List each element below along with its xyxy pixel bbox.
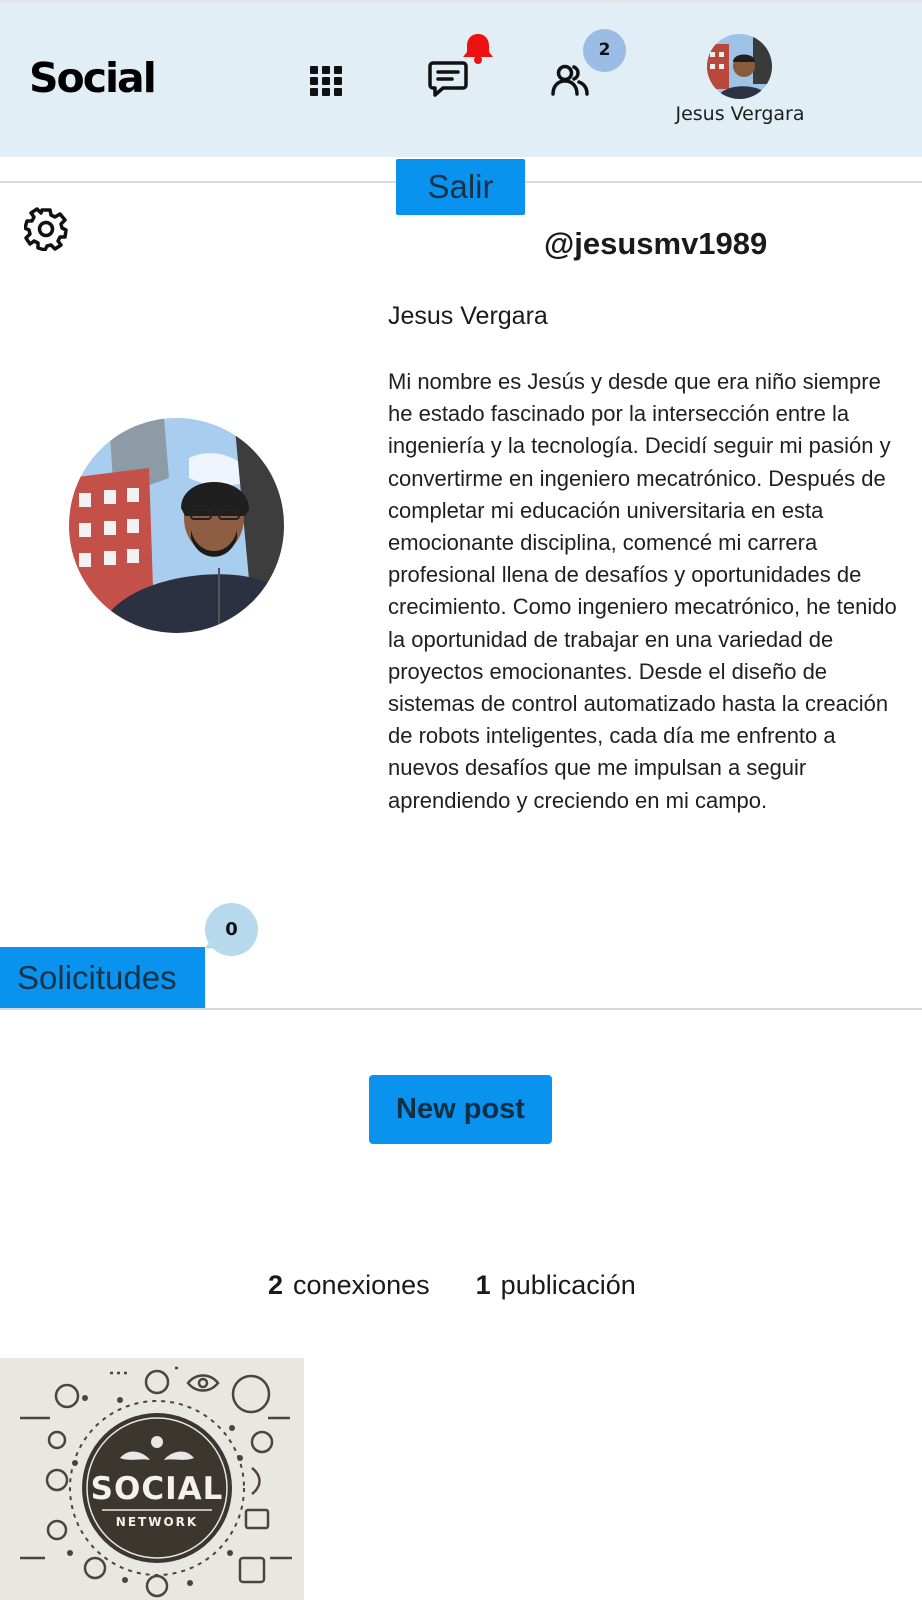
divider	[0, 1008, 922, 1010]
apps-grid-icon[interactable]	[310, 66, 342, 96]
new-post-button[interactable]: New post	[369, 1075, 552, 1144]
profile-full-name: Jesus Vergara	[388, 302, 548, 330]
bell-icon[interactable]	[460, 32, 496, 64]
profile-bio: Mi nombre es Jesús y desde que era niño …	[388, 369, 897, 813]
connections-stat[interactable]: 2 conexiones	[268, 1270, 430, 1301]
profile-stats: 2 conexiones 1 publicación	[268, 1270, 682, 1301]
logout-button[interactable]: Salir	[396, 159, 525, 215]
connections-label: conexiones	[293, 1270, 430, 1300]
header-user-name[interactable]: Jesus Vergara	[640, 103, 840, 125]
avatar[interactable]	[707, 34, 772, 99]
friend-requests-badge[interactable]: 2	[583, 29, 626, 72]
app-logo[interactable]: Social	[29, 54, 157, 102]
requests-button[interactable]: Solicitudes	[0, 947, 205, 1009]
thumbnail-title: SOCIAL	[91, 1471, 224, 1507]
people-icon[interactable]	[551, 64, 589, 96]
thumbnail-subtitle: NETWORK	[116, 1515, 198, 1529]
profile-photo[interactable]	[69, 418, 284, 633]
posts-label: publicación	[500, 1270, 636, 1300]
posts-count: 1	[475, 1270, 491, 1300]
chat-icon[interactable]	[428, 60, 468, 98]
profile-username: @jesusmv1989	[544, 226, 768, 261]
requests-count-badge[interactable]: 0	[205, 903, 258, 956]
connections-count: 2	[268, 1270, 284, 1300]
post-thumbnail[interactable]: SOCIAL NETWORK	[0, 1358, 304, 1600]
posts-stat[interactable]: 1 publicación	[476, 1270, 636, 1301]
gear-icon[interactable]	[23, 207, 68, 255]
top-navbar: Social 2 Jesus Vergara	[0, 0, 922, 157]
